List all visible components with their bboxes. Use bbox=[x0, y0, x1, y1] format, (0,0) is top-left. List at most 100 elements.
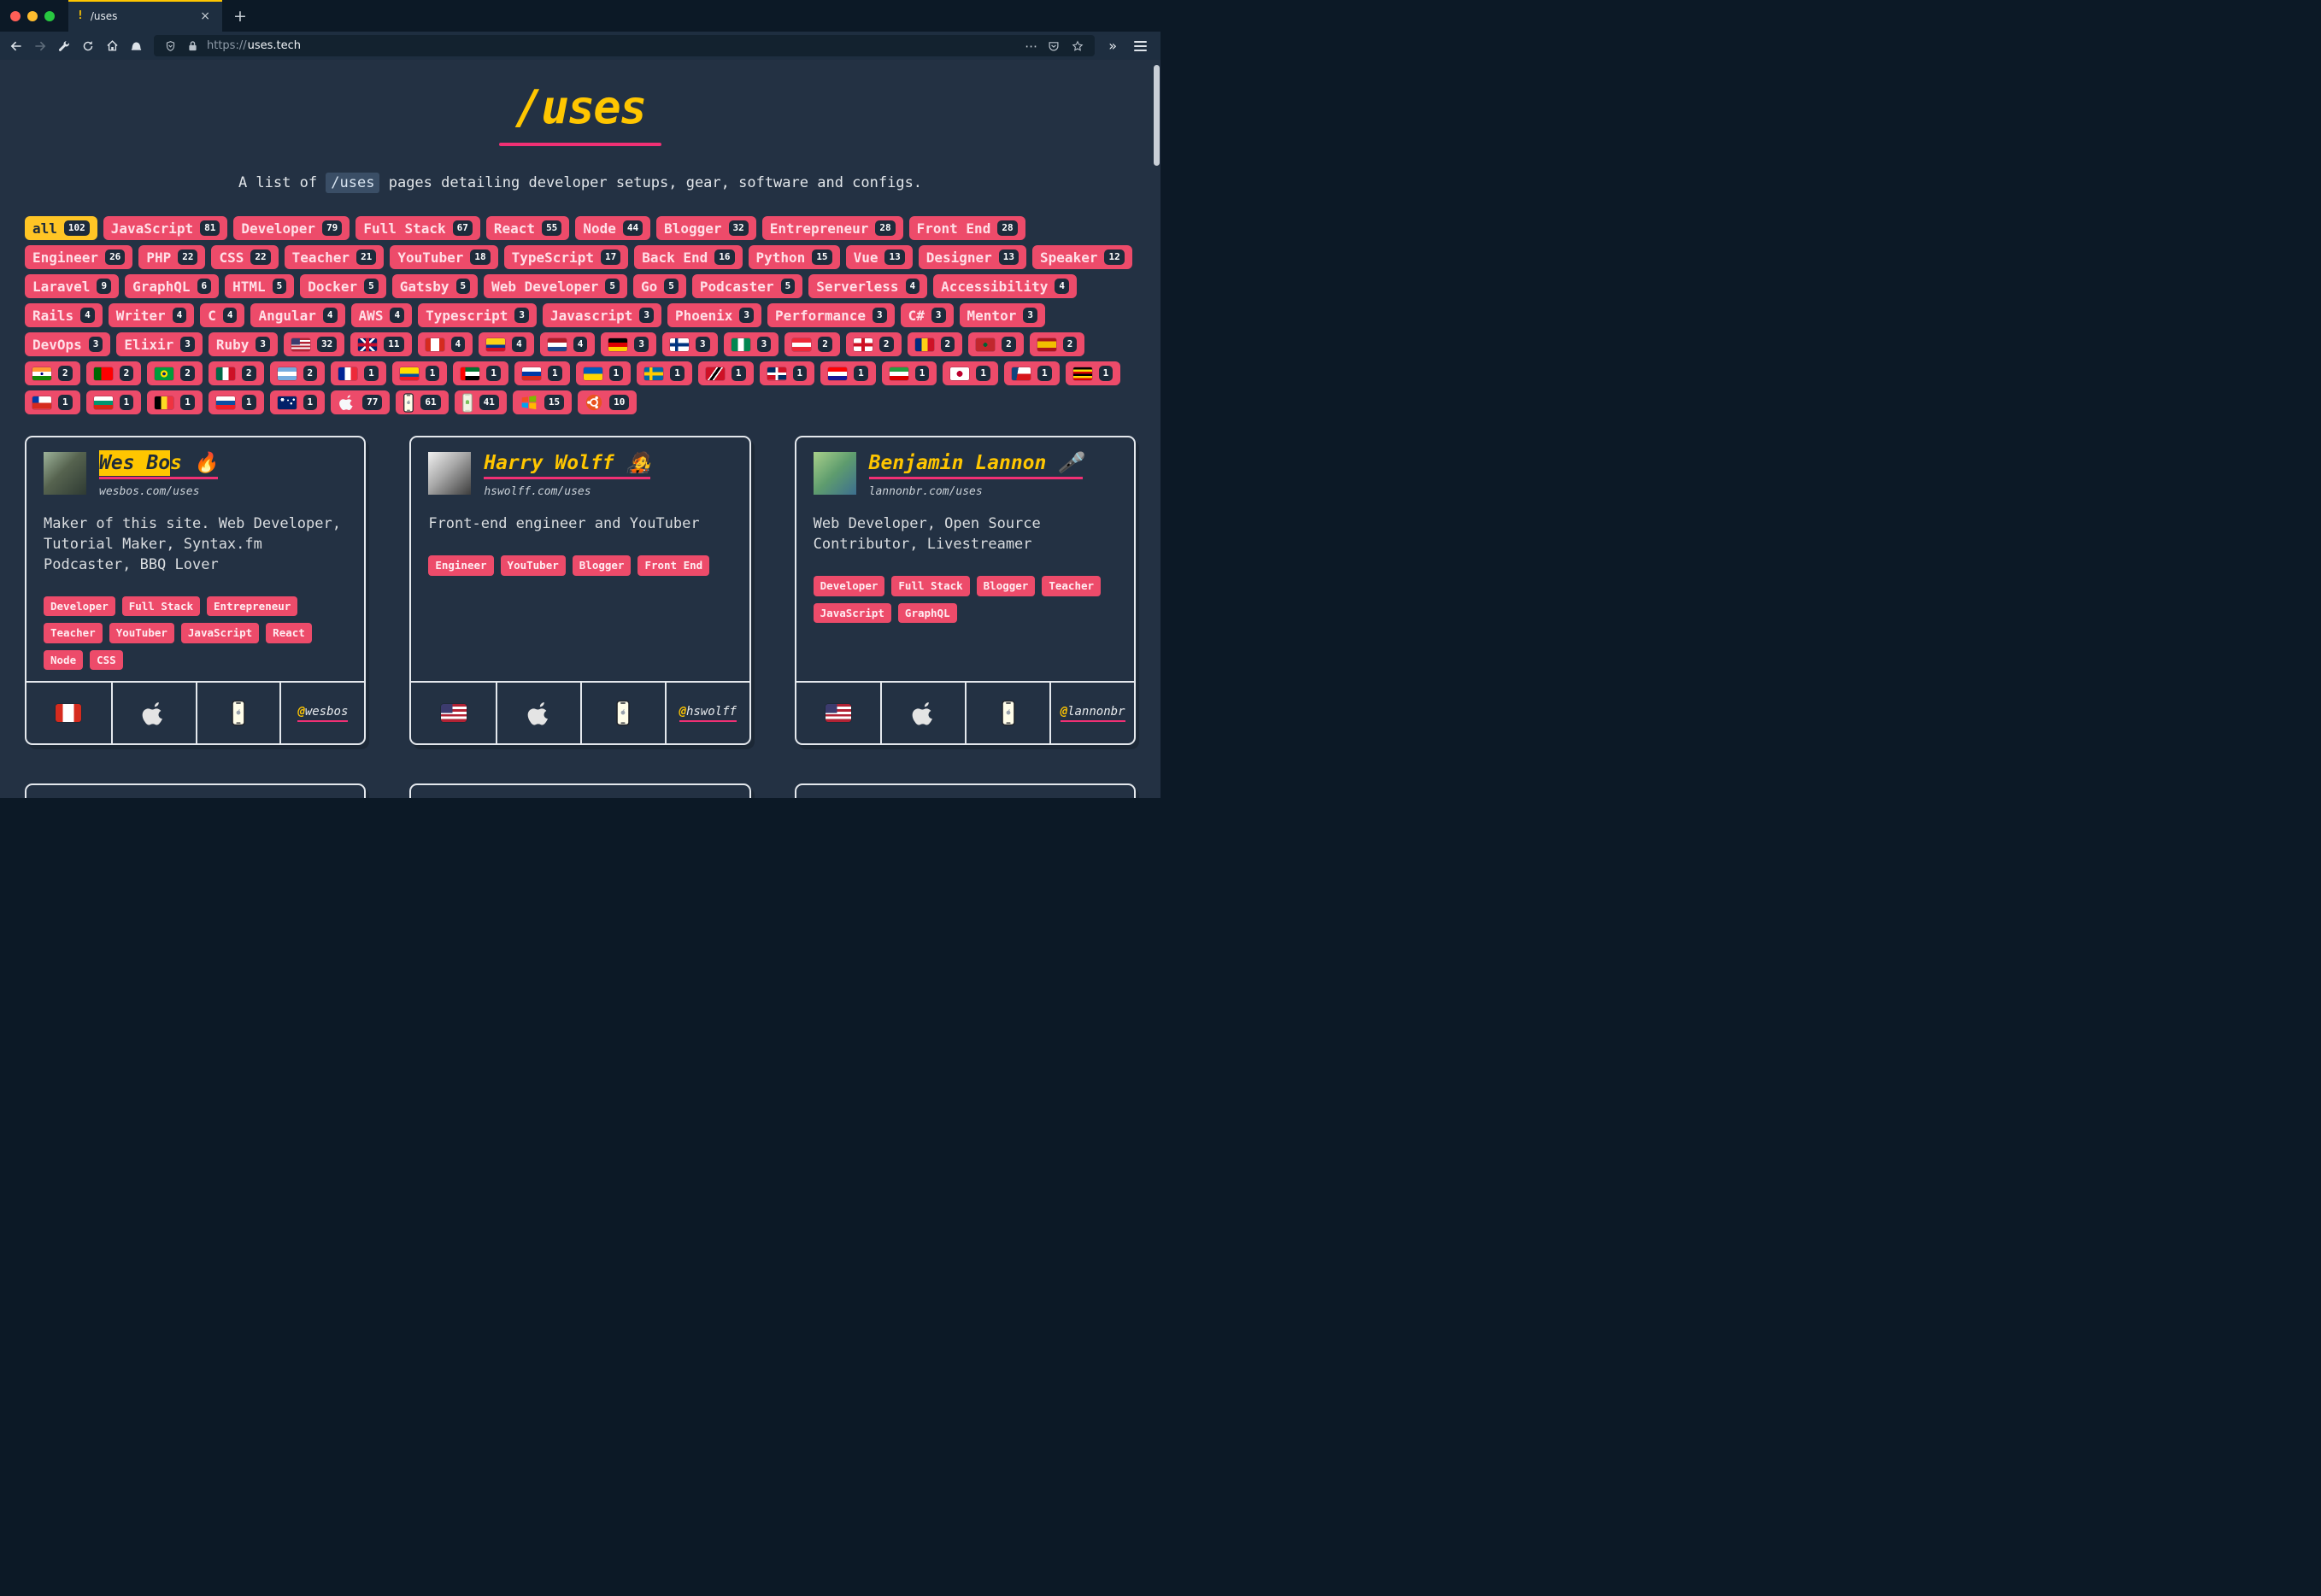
tracking-shield-icon[interactable] bbox=[162, 40, 179, 52]
maximize-window-button[interactable] bbox=[44, 11, 55, 21]
filter-tag-germany[interactable]: 3 bbox=[601, 332, 656, 356]
filter-tag-slovakia[interactable]: 1 bbox=[209, 390, 264, 414]
filter-tag-full-stack[interactable]: Full Stack67 bbox=[355, 216, 480, 240]
filter-tag-node[interactable]: Node44 bbox=[575, 216, 650, 240]
filter-tag-portugal[interactable]: 2 bbox=[86, 361, 142, 385]
reload-button[interactable] bbox=[77, 36, 99, 56]
filter-tag-serverless[interactable]: Serverless4 bbox=[808, 274, 927, 298]
back-button[interactable] bbox=[5, 36, 27, 56]
twitter-handle[interactable]: @hswolff bbox=[665, 683, 749, 743]
forward-button[interactable] bbox=[29, 36, 51, 56]
filter-tag-argentina[interactable]: 2 bbox=[270, 361, 326, 385]
new-tab-button[interactable]: + bbox=[222, 0, 258, 32]
tab-close-icon[interactable]: × bbox=[197, 8, 214, 25]
filter-tag-speaker[interactable]: Speaker12 bbox=[1032, 245, 1132, 269]
filter-tag-ubuntu[interactable]: 10 bbox=[578, 390, 637, 414]
url-bar[interactable]: https:// uses.tech ⋯ bbox=[154, 35, 1095, 56]
filter-tag-php[interactable]: PHP22 bbox=[138, 245, 205, 269]
filter-tag-accessibility[interactable]: Accessibility4 bbox=[933, 274, 1077, 298]
filter-tag-mac[interactable]: 77 bbox=[331, 390, 390, 414]
twitter-handle[interactable]: @lannonbr bbox=[1049, 683, 1134, 743]
profile-name-link[interactable]: Harry Wolff 🧑‍🎤 bbox=[484, 452, 650, 479]
filter-tag-laravel[interactable]: Laravel9 bbox=[25, 274, 119, 298]
filter-tag-javascript[interactable]: Javascript3 bbox=[543, 303, 661, 327]
filter-tag-austria[interactable]: 2 bbox=[784, 332, 840, 356]
filter-tag-developer[interactable]: Developer79 bbox=[233, 216, 350, 240]
filter-tag-elixir[interactable]: Elixir3 bbox=[116, 332, 202, 356]
filter-tag-podcaster[interactable]: Podcaster5 bbox=[692, 274, 802, 298]
filter-tag-performance[interactable]: Performance3 bbox=[767, 303, 895, 327]
scrollbar-thumb[interactable] bbox=[1154, 65, 1160, 166]
filter-tag-india[interactable]: 2 bbox=[25, 361, 80, 385]
filter-tag-france[interactable]: 1 bbox=[331, 361, 386, 385]
filter-tag-finland[interactable]: 3 bbox=[662, 332, 718, 356]
filter-tag-designer[interactable]: Designer13 bbox=[919, 245, 1026, 269]
profile-uses-url[interactable]: hswolff.com/uses bbox=[484, 485, 650, 498]
filter-tag-all[interactable]: all102 bbox=[25, 216, 97, 240]
filter-tag-javascript[interactable]: JavaScript81 bbox=[103, 216, 228, 240]
filter-tag-ecuador[interactable]: 1 bbox=[392, 361, 448, 385]
page-actions-icon[interactable]: ⋯ bbox=[1025, 38, 1038, 54]
filter-tag-netherlands[interactable]: 4 bbox=[540, 332, 596, 356]
close-window-button[interactable] bbox=[10, 11, 21, 21]
filter-tag-croatia[interactable]: 1 bbox=[820, 361, 876, 385]
pocket-icon[interactable] bbox=[1045, 40, 1062, 52]
filter-tag-youtuber[interactable]: YouTuber18 bbox=[390, 245, 497, 269]
filter-tag-css[interactable]: CSS22 bbox=[211, 245, 278, 269]
filter-tag-rails[interactable]: Rails4 bbox=[25, 303, 103, 327]
filter-tag-writer[interactable]: Writer4 bbox=[109, 303, 194, 327]
filter-tag-nigeria[interactable]: 3 bbox=[724, 332, 779, 356]
filter-tag-gatsby[interactable]: Gatsby5 bbox=[392, 274, 478, 298]
panel-icon[interactable] bbox=[125, 36, 147, 56]
filter-tag-brazil[interactable]: 2 bbox=[147, 361, 203, 385]
filter-tag-windows[interactable]: 15 bbox=[513, 390, 572, 414]
filter-tag-dominican-republic[interactable]: 1 bbox=[760, 361, 815, 385]
filter-tag-react[interactable]: React55 bbox=[486, 216, 569, 240]
filter-tag-html[interactable]: HTML5 bbox=[225, 274, 294, 298]
filter-tag-bulgaria[interactable]: 1 bbox=[86, 390, 142, 414]
minimize-window-button[interactable] bbox=[27, 11, 38, 21]
filter-tag-go[interactable]: Go5 bbox=[633, 274, 686, 298]
filter-tag-chile[interactable]: 1 bbox=[25, 390, 80, 414]
filter-tag-devops[interactable]: DevOps3 bbox=[25, 332, 110, 356]
profile-name-link[interactable]: Wes Bos 🔥 bbox=[99, 452, 218, 479]
filter-tag-aws[interactable]: AWS4 bbox=[351, 303, 413, 327]
profile-name-link[interactable]: Benjamin Lannon 🎤 bbox=[869, 452, 1083, 479]
bookmark-star-icon[interactable] bbox=[1069, 40, 1086, 52]
filter-tag-sweden[interactable]: 1 bbox=[637, 361, 692, 385]
filter-tag-england[interactable]: 2 bbox=[846, 332, 902, 356]
filter-tag-united-states[interactable]: 32 bbox=[284, 332, 344, 356]
profile-uses-url[interactable]: wesbos.com/uses bbox=[99, 485, 218, 498]
filter-tag-vue[interactable]: Vue13 bbox=[846, 245, 913, 269]
filter-tag-docker[interactable]: Docker5 bbox=[300, 274, 385, 298]
filter-tag-united-kingdom[interactable]: 11 bbox=[350, 332, 411, 356]
filter-tag-c[interactable]: C4 bbox=[200, 303, 244, 327]
filter-tag-c-[interactable]: C#3 bbox=[901, 303, 954, 327]
filter-tag-romania[interactable]: 2 bbox=[908, 332, 963, 356]
filter-tag-mexico[interactable]: 2 bbox=[209, 361, 264, 385]
filter-tag-blogger[interactable]: Blogger32 bbox=[656, 216, 756, 240]
filter-tag-entrepreneur[interactable]: Entrepreneur28 bbox=[762, 216, 903, 240]
filter-tag-iran[interactable]: 1 bbox=[882, 361, 937, 385]
overflow-chevrons-icon[interactable]: » bbox=[1102, 38, 1124, 54]
filter-tag-iphone[interactable]: 61 bbox=[396, 390, 448, 414]
home-button[interactable] bbox=[101, 36, 123, 56]
filter-tag-phoenix[interactable]: Phoenix3 bbox=[667, 303, 761, 327]
filter-tag-uganda[interactable]: 1 bbox=[1066, 361, 1121, 385]
filter-tag-spain[interactable]: 2 bbox=[1030, 332, 1085, 356]
filter-tag-ruby[interactable]: Ruby3 bbox=[209, 332, 278, 356]
browser-tab[interactable]: ! /uses × bbox=[68, 0, 222, 32]
filter-tag-typescript[interactable]: Typescript3 bbox=[418, 303, 537, 327]
filter-tag-japan[interactable]: 1 bbox=[943, 361, 998, 385]
wrench-icon[interactable] bbox=[53, 36, 75, 56]
filter-tag-united-arab-emirates[interactable]: 1 bbox=[453, 361, 508, 385]
filter-tag-belgium[interactable]: 1 bbox=[147, 390, 203, 414]
filter-tag-australia[interactable]: 1 bbox=[270, 390, 326, 414]
filter-tag-graphql[interactable]: GraphQL6 bbox=[125, 274, 219, 298]
filter-tag-python[interactable]: Python15 bbox=[749, 245, 840, 269]
filter-tag-typescript[interactable]: TypeScript17 bbox=[504, 245, 629, 269]
twitter-handle[interactable]: @wesbos bbox=[279, 683, 364, 743]
filter-tag-colombia[interactable]: 4 bbox=[479, 332, 534, 356]
filter-tag-web-developer[interactable]: Web Developer5 bbox=[484, 274, 627, 298]
filter-tag-trinidad-and-tobago[interactable]: 1 bbox=[698, 361, 754, 385]
